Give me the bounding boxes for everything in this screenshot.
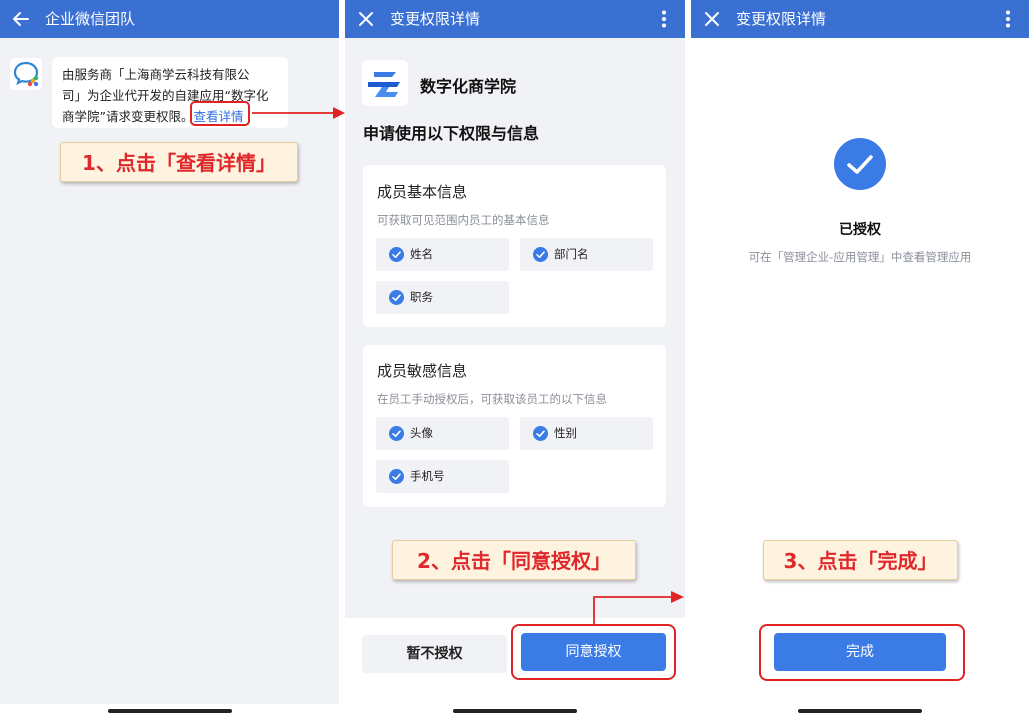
close-icon[interactable] xyxy=(355,8,377,30)
page-title: 变更权限详情 xyxy=(390,10,481,28)
permission-item: 姓名 xyxy=(376,238,509,271)
highlight-view-details xyxy=(190,101,250,126)
permission-item: 性别 xyxy=(520,417,653,450)
highlight-agree-button xyxy=(511,624,676,680)
request-title: 申请使用以下权限与信息 xyxy=(363,124,540,143)
success-check-icon xyxy=(834,138,886,190)
sensitive-info-desc: 在员工手动授权后，可获取该员工的以下信息 xyxy=(377,392,607,406)
sensitive-info-card: 成员敏感信息 在员工手动授权后，可获取该员工的以下信息 头像 性别 手机号 xyxy=(363,345,666,507)
permission-item: 部门名 xyxy=(520,238,653,271)
app-logo xyxy=(362,60,408,106)
more-vertical-icon[interactable] xyxy=(653,8,675,30)
back-arrow-icon[interactable] xyxy=(10,8,32,30)
app-name: 数字化商学院 xyxy=(420,77,517,96)
highlight-done-button xyxy=(759,624,965,681)
success-description: 可在「管理企业-应用管理」中查看管理应用 xyxy=(748,250,972,264)
more-vertical-icon[interactable] xyxy=(997,8,1019,30)
permission-item-label: 部门名 xyxy=(554,247,589,261)
authorized-panel: 变更权限详情 已授权 可在「管理企业-应用管理」中查看管理应用 3、点击「完成」… xyxy=(691,0,1029,720)
home-indicator[interactable] xyxy=(798,709,922,713)
message-bubble: 由服务商「上海商学云科技有限公 司」为企业代开发的自建应用“数字化 商学院”请求… xyxy=(52,57,288,128)
check-circle-icon xyxy=(389,247,404,262)
close-icon[interactable] xyxy=(701,8,723,30)
home-indicator[interactable] xyxy=(107,709,232,713)
check-circle-icon xyxy=(533,426,548,441)
page-title: 变更权限详情 xyxy=(736,10,827,28)
step3-callout: 3、点击「完成」 xyxy=(763,540,958,580)
permission-item: 职务 xyxy=(376,281,509,314)
permission-item-label: 头像 xyxy=(410,426,433,440)
wecom-avatar xyxy=(10,58,42,90)
page-title: 企业微信团队 xyxy=(45,10,136,28)
wecom-logo-icon xyxy=(13,61,39,87)
check-circle-icon xyxy=(533,247,548,262)
header-bar: 变更权限详情 xyxy=(691,0,1029,38)
permission-item-label: 性别 xyxy=(554,426,577,440)
sensitive-info-title: 成员敏感信息 xyxy=(377,362,468,380)
permission-details-panel: 变更权限详情 数字化商学院 申请使用以下权限与信息 成员基本信息 可获取可见范围… xyxy=(345,0,685,720)
message-line-3-text: 商学院”请求变更权限。 xyxy=(62,109,194,124)
permission-item: 头像 xyxy=(376,417,509,450)
check-circle-icon xyxy=(389,426,404,441)
permission-item: 手机号 xyxy=(376,460,509,493)
check-circle-icon xyxy=(389,290,404,305)
basic-info-desc: 可获取可见范围内员工的基本信息 xyxy=(377,213,550,227)
header-bar: 变更权限详情 xyxy=(345,0,685,38)
basic-info-card: 成员基本信息 可获取可见范围内员工的基本信息 姓名 部门名 职务 xyxy=(363,165,666,327)
check-circle-icon xyxy=(389,469,404,484)
permission-item-label: 姓名 xyxy=(410,247,433,261)
decline-button[interactable]: 暂不授权 xyxy=(362,635,507,673)
step1-callout: 1、点击「查看详情」 xyxy=(60,142,298,182)
success-title: 已授权 xyxy=(839,222,881,238)
message-line-1: 由服务商「上海商学云科技有限公 xyxy=(62,67,250,82)
header-bar: 企业微信团队 xyxy=(0,0,339,38)
chat-panel: 企业微信团队 由服务商「上海商学云科技有限公 司」为企业代开发的自建应用“数字化… xyxy=(0,0,339,720)
permission-item-label: 职务 xyxy=(410,290,433,304)
permission-item-label: 手机号 xyxy=(410,469,445,483)
home-indicator[interactable] xyxy=(453,709,577,713)
basic-info-title: 成员基本信息 xyxy=(377,183,468,201)
step2-callout: 2、点击「同意授权」 xyxy=(392,540,636,580)
app-logo-icon xyxy=(368,72,400,97)
